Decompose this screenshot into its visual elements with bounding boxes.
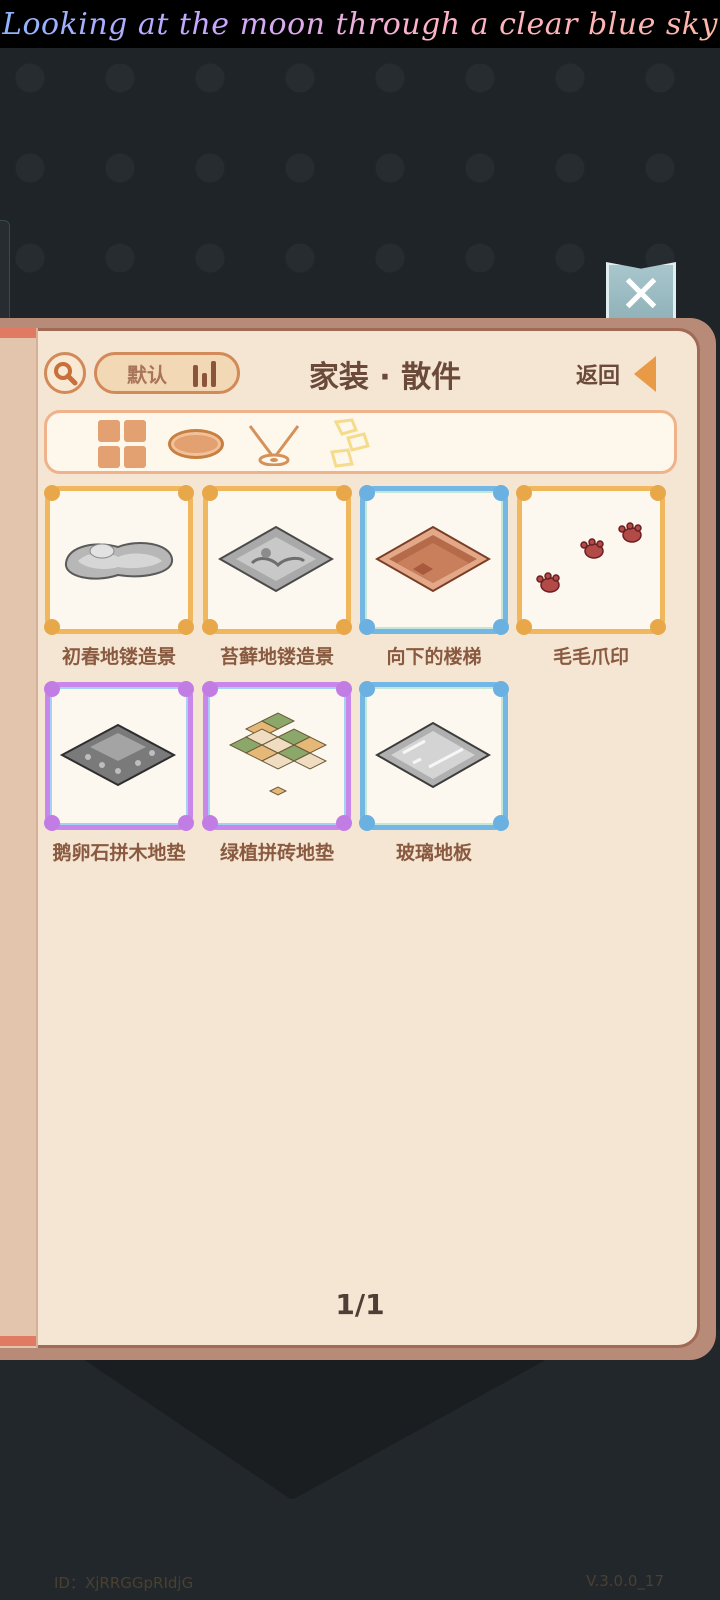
plant-tile-mat-icon [228,712,328,796]
item-frame [359,485,509,635]
item-frame [202,485,352,635]
back-label: 返回 [576,364,621,389]
item-frame [44,485,194,635]
glass-floor-icon [374,721,492,789]
player-id: ID：XjRRGGpRIdjG [54,1574,194,1592]
top-banner: Looking at the moon through a clear blue… [0,0,720,48]
sort-label: 默认 [127,362,167,387]
item-frame [359,681,509,831]
item-frame [202,681,352,831]
spine-edge-bottom [0,1336,36,1346]
tab-rug[interactable] [161,419,231,469]
scattered-tiles-icon [330,418,370,468]
moss-landscape-icon [217,525,335,593]
search-button[interactable] [44,352,86,394]
panel-spine [0,328,38,1348]
item-name: 鹅卵石拼木地垫 [52,842,186,864]
page-indicator: 1/1 [335,1288,385,1321]
item-name: 初春地镂造景 [61,646,176,668]
item-name: 玻璃地板 [395,842,472,864]
item-name: 苔藓地镂造景 [219,646,334,668]
tab-scatter[interactable] [315,418,385,469]
sort-dropdown[interactable]: 默认 [94,352,240,394]
paw-print-icon [536,522,642,593]
item-name: 向下的楼梯 [386,646,482,668]
item-frame [44,681,194,831]
pebble-wood-mat-icon [59,723,177,787]
search-icon [54,362,78,386]
item-name: 绿植拼砖地垫 [219,842,334,864]
item-card-moss[interactable]: 苔藓地镂造景 [202,485,352,676]
rug-icon [168,429,224,459]
grid-icon [98,420,146,468]
early-spring-landscape-icon [65,542,173,580]
hanging-lamp-icon [248,425,300,466]
page-title: 家装 · 散件 [308,360,462,395]
item-card-paw-prints[interactable]: 毛毛爪印 [516,485,666,676]
category-tab-bar [44,410,677,474]
item-name: 毛毛爪印 [552,646,629,668]
stairs-down-icon [374,525,492,593]
close-icon: ✕ [619,265,663,325]
back-arrow-icon [634,356,657,392]
item-card-plant-tile-mat[interactable]: 绿植拼砖地垫 [202,681,352,872]
banner-text: Looking at the moon through a clear blue… [2,6,718,42]
sort-icon [193,359,223,387]
item-card-pebble-mat[interactable]: 鹅卵石拼木地垫 [44,681,194,872]
item-card-early-spring[interactable]: 初春地镂造景 [44,485,194,676]
tab-hanging[interactable] [239,419,309,469]
spine-edge-top [0,328,36,338]
tab-all[interactable] [87,419,157,469]
item-card-glass-floor[interactable]: 玻璃地板 [359,681,509,872]
back-button[interactable]: 返回 [576,352,657,396]
version-label: V.3.0.0_17 [586,1572,664,1590]
item-card-stairs-down[interactable]: 向下的楼梯 [359,485,509,676]
item-frame [516,485,666,635]
